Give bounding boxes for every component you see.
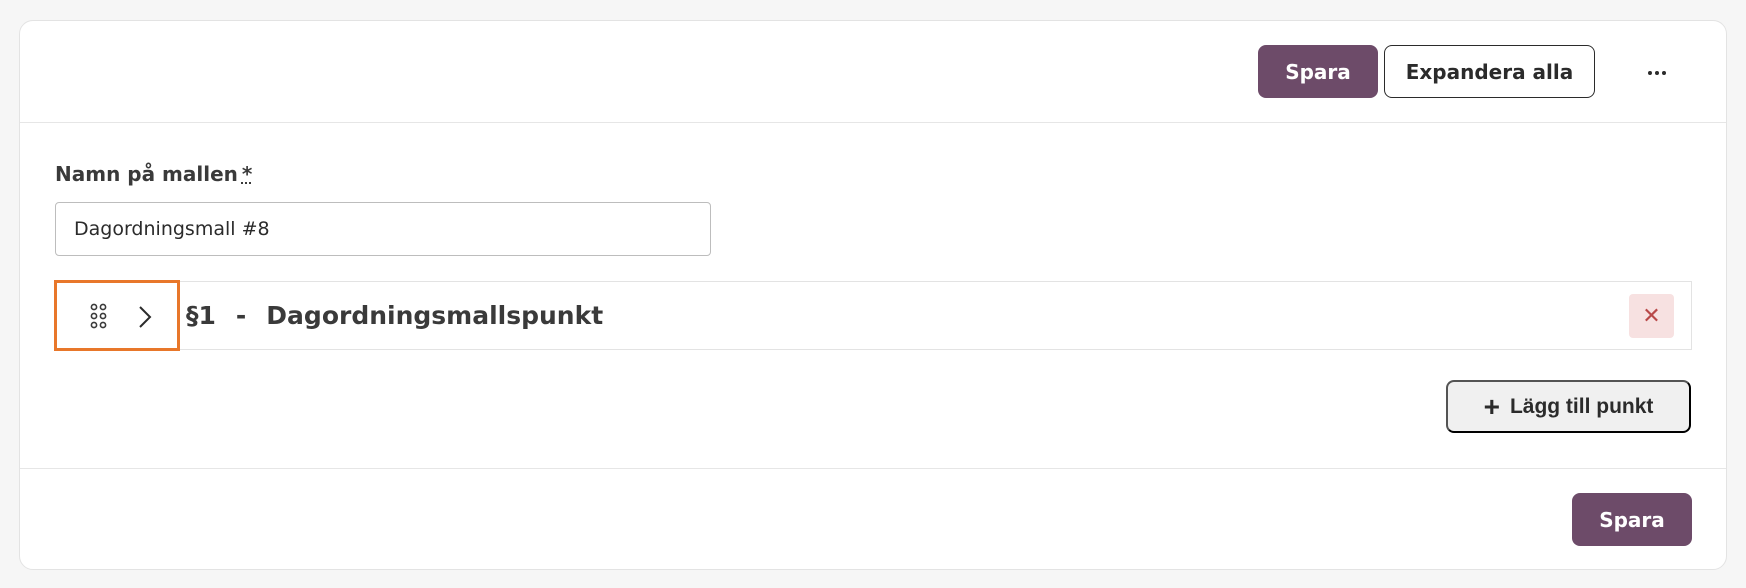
- plus-icon: +: [1483, 390, 1500, 422]
- agenda-item-number: §1: [186, 301, 216, 330]
- row-handle[interactable]: [54, 280, 180, 351]
- add-point-label: Lägg till punkt: [1509, 394, 1654, 418]
- required-marker: *: [241, 162, 253, 186]
- footer-save-button[interactable]: Spara: [1572, 493, 1692, 546]
- expand-all-button[interactable]: Expandera alla: [1384, 45, 1595, 98]
- more-options-icon[interactable]: [1637, 61, 1677, 85]
- footer-divider: [20, 468, 1726, 469]
- template-name-label: Namn på mallen *: [55, 162, 253, 186]
- drag-handle-icon[interactable]: [90, 303, 108, 329]
- save-button[interactable]: Spara: [1258, 45, 1378, 98]
- close-icon: ✕: [1642, 303, 1661, 329]
- chevron-right-icon[interactable]: [137, 304, 153, 330]
- template-editor-card: Spara Expandera alla Namn på mallen* §1: [19, 20, 1727, 570]
- agenda-item-label: Dagordningsmallspunkt: [266, 301, 604, 330]
- add-point-button[interactable]: + Lägg till punkt: [1446, 380, 1691, 433]
- agenda-item-title[interactable]: §1 - Dagordningsmallspunkt: [186, 282, 603, 349]
- agenda-item-row: §1 - Dagordningsmallspunkt ✕: [54, 280, 1692, 351]
- template-name-input[interactable]: [55, 202, 711, 256]
- card-header: Spara Expandera alla: [20, 21, 1726, 123]
- agenda-item-separator: -: [235, 301, 247, 330]
- delete-item-button[interactable]: ✕: [1629, 294, 1674, 338]
